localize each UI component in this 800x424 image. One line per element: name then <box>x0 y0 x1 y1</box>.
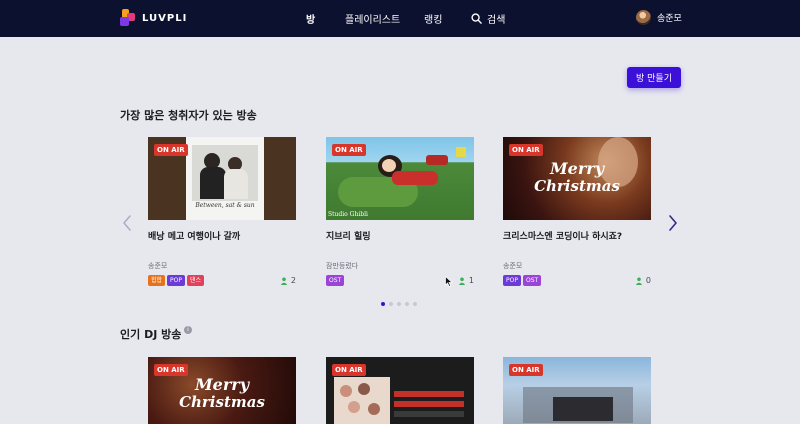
person-icon <box>458 277 466 285</box>
logo[interactable]: LUVPLI <box>120 9 187 27</box>
thumb-caption-1: Merry <box>194 375 250 394</box>
thumb-caption-1: Merry <box>549 159 605 178</box>
tag-list: OST <box>326 275 345 286</box>
room-thumbnail: ON AIR <box>326 357 474 424</box>
avatar <box>636 10 651 25</box>
listener-number: 2 <box>290 276 296 285</box>
nav-item-search[interactable]: 검색 <box>487 0 505 37</box>
carousel-prev-icon[interactable] <box>121 214 133 232</box>
logo-icon <box>120 9 136 27</box>
listener-number: 1 <box>468 276 474 285</box>
tag: POP <box>503 275 521 286</box>
room-host: 잠만등렀다 <box>326 262 359 270</box>
carousel-next-icon[interactable] <box>667 214 679 232</box>
nav-item-room[interactable]: 방 <box>306 0 315 37</box>
nav-item-ranking[interactable]: 랭킹 <box>424 0 442 37</box>
tag: 힙합 <box>148 275 166 286</box>
carousel-dot[interactable] <box>381 302 385 306</box>
room-title: 크리스마스엔 코딩이나 하시죠? <box>503 232 623 242</box>
create-room-button[interactable]: 방 만들기 <box>627 67 681 88</box>
carousel-dot[interactable] <box>413 302 417 306</box>
room-thumbnail: Studio Ghibli ON AIR <box>326 137 474 220</box>
room-host: 송준모 <box>503 262 523 270</box>
section-title-popular-dj: 인기 DJ 방송 <box>120 328 182 341</box>
mouse-cursor-icon <box>445 276 453 287</box>
on-air-badge: ON AIR <box>509 144 543 156</box>
carousel-dot[interactable] <box>405 302 409 306</box>
listener-count: 1 <box>458 276 474 285</box>
tag-list: 힙합 POP 댄스 <box>148 275 205 286</box>
room-card[interactable]: Studio Ghibli ON AIR 지브리 힐링 잠만등렀다 OST 1 <box>326 137 474 289</box>
tag: OST <box>326 275 345 286</box>
room-thumbnail: Merry Christmas ON AIR <box>503 137 651 220</box>
room-thumbnail: Merry Christmas ON AIR <box>148 357 296 424</box>
carousel-pagination <box>381 302 417 306</box>
carousel-dot[interactable] <box>397 302 401 306</box>
tag: 댄스 <box>187 275 205 286</box>
section-title-most-listeners: 가장 많은 청취자가 있는 방송 <box>120 109 257 122</box>
top-navbar: LUVPLI 방 플레이리스트 랭킹 검색 송준모 <box>0 0 800 37</box>
thumb-caption-2: Christmas <box>534 177 620 195</box>
room-card[interactable]: Merry Christmas ON AIR 크리스마스엔 코딩이나 하시죠? … <box>503 137 651 289</box>
user-menu[interactable]: 송준모 <box>636 10 682 25</box>
room-thumbnail: Between, sat & sun ON AIR <box>148 137 296 220</box>
listener-count: 0 <box>635 276 651 285</box>
dj-room-card[interactable]: ON AIR <box>326 357 474 424</box>
tag: OST <box>522 275 542 286</box>
room-title: 배낭 메고 여행이나 갈까 <box>148 232 241 242</box>
carousel-dot[interactable] <box>389 302 393 306</box>
thumb-caption: Studio Ghibli <box>328 211 368 218</box>
tag-list: POP OST <box>503 275 542 286</box>
dj-room-card[interactable]: Merry Christmas ON AIR <box>148 357 296 424</box>
on-air-badge: ON AIR <box>154 144 188 156</box>
person-icon <box>280 277 288 285</box>
logo-text: LUVPLI <box>142 12 188 24</box>
search-icon[interactable] <box>471 13 482 24</box>
nav-item-playlist[interactable]: 플레이리스트 <box>345 0 400 37</box>
on-air-badge: ON AIR <box>509 364 543 376</box>
user-name: 송준모 <box>657 14 682 24</box>
listener-number: 0 <box>645 276 651 285</box>
tag: POP <box>167 275 186 286</box>
room-card[interactable]: Between, sat & sun ON AIR 배낭 메고 여행이나 갈까 … <box>148 137 296 289</box>
on-air-badge: ON AIR <box>332 144 366 156</box>
room-title: 지브리 힐링 <box>326 232 371 242</box>
listener-count: 2 <box>280 276 296 285</box>
person-icon <box>635 277 643 285</box>
dj-room-card[interactable]: ON AIR <box>503 357 651 424</box>
on-air-badge: ON AIR <box>154 364 188 376</box>
thumb-caption: Between, sat & sun <box>195 202 255 209</box>
room-host: 송준모 <box>148 262 168 270</box>
room-thumbnail: ON AIR <box>503 357 651 424</box>
on-air-badge: ON AIR <box>332 364 366 376</box>
thumb-caption-2: Christmas <box>179 393 265 411</box>
info-icon[interactable]: i <box>184 326 192 334</box>
